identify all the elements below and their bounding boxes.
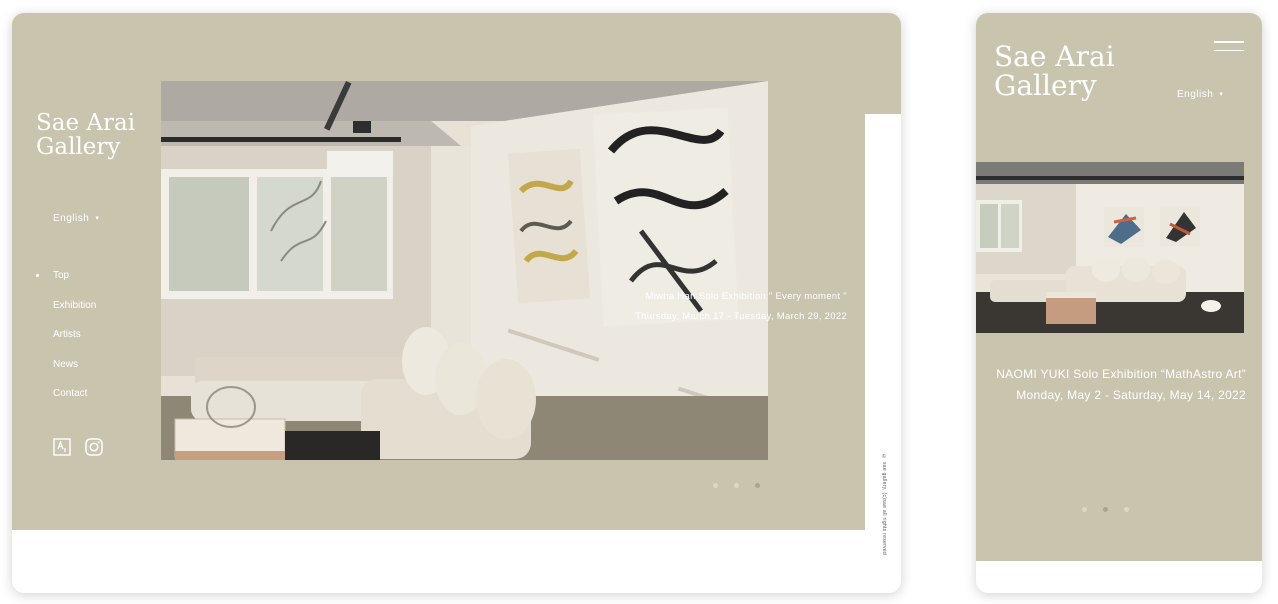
menu-line — [1214, 49, 1244, 51]
logo-line-2: Gallery — [36, 134, 121, 161]
gallery-interior-photo — [976, 162, 1244, 333]
desktop-side-strip — [865, 13, 901, 114]
gallery-interior-photo — [161, 81, 768, 460]
exhibition-title[interactable]: NAOMI YUKI Solo Exhibition “MathAstro Ar… — [992, 364, 1246, 385]
hamburger-menu-icon[interactable] — [1214, 41, 1244, 53]
language-label: English — [1177, 89, 1214, 100]
chevron-down-icon: ▾ — [1219, 91, 1224, 99]
slide-caption: Miwha Han Solo Exhibition " Every moment… — [587, 287, 847, 327]
chevron-down-icon: ▾ — [95, 215, 100, 223]
mobile-preview: Sae Arai Gallery English ▾ NAOMI YUKI So… — [976, 13, 1262, 593]
nav-label: Contact — [53, 388, 88, 399]
active-indicator — [36, 274, 39, 277]
slider-pagination — [713, 483, 760, 488]
slide-dot[interactable] — [1082, 507, 1087, 512]
language-selector[interactable]: English ▾ — [1177, 89, 1223, 100]
slide-dot[interactable] — [734, 483, 739, 488]
nav-item-contact[interactable]: Contact — [53, 388, 96, 418]
logo-line-1: Sae Arai — [36, 110, 136, 136]
nav-item-top[interactable]: Top — [36, 270, 96, 300]
artsy-icon[interactable] — [53, 438, 71, 456]
menu-line — [1214, 41, 1244, 43]
exhibition-dates: Thursday, March 17 - Tuesday, March 29, … — [635, 311, 847, 322]
gallery-logo[interactable]: Sae Arai Gallery — [36, 111, 135, 159]
slide-dot[interactable] — [1124, 507, 1129, 512]
slide-dot-active[interactable] — [1103, 507, 1108, 512]
language-label: English — [53, 213, 90, 224]
nav-label: Exhibition — [53, 299, 97, 311]
nav-label: News — [53, 358, 79, 370]
slide-dot-active[interactable] — [755, 483, 760, 488]
copyright-text: © sae gallery, (c)sae all rights reserve… — [881, 454, 887, 556]
instagram-icon[interactable] — [85, 438, 103, 456]
desktop-preview: Sae Arai Gallery English ▾ Top Exhibition… — [12, 13, 901, 593]
slide-caption: NAOMI YUKI Solo Exhibition “MathAstro Ar… — [992, 364, 1246, 406]
gallery-logo[interactable]: Sae Arai Gallery — [994, 42, 1115, 101]
nav-item-artists[interactable]: Artists — [53, 329, 96, 359]
logo-line-1: Sae Arai — [994, 40, 1115, 73]
exhibition-title[interactable]: Miwha Han Solo Exhibition " Every moment… — [587, 287, 847, 307]
exhibition-dates: Monday, May 2 - Saturday, May 14, 2022 — [1016, 388, 1246, 402]
nav-label: Top — [53, 270, 70, 281]
nav-item-exhibition[interactable]: Exhibition — [53, 300, 96, 330]
slider-pagination — [1082, 507, 1129, 512]
nav-item-news[interactable]: News — [53, 359, 96, 389]
main-nav: Top Exhibition Artists News Contact — [36, 270, 96, 418]
language-selector[interactable]: English ▾ — [53, 213, 99, 224]
logo-line-2: Gallery — [994, 69, 1097, 103]
slide-dot[interactable] — [713, 483, 718, 488]
nav-label: Artists — [53, 329, 81, 340]
